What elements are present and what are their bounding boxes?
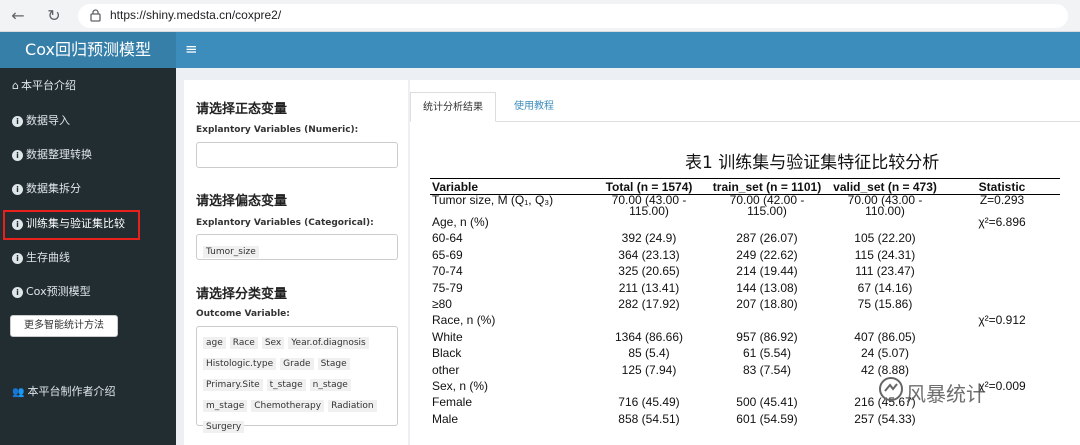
- outcome-section-title: 请选择分类变量: [196, 287, 288, 302]
- home-icon: ⌂: [12, 79, 19, 92]
- table-cell: [944, 414, 1060, 430]
- back-arrow-icon[interactable]: ←: [8, 6, 28, 26]
- sidebar-item-author[interactable]: 👥 本平台制作者介绍: [12, 382, 115, 402]
- table-cell: 70.00 (43.00 - 110.00): [847, 193, 923, 218]
- sidebar-item-label: 数据集拆分: [26, 182, 81, 195]
- app-header: Cox回归预测模型 ≡: [0, 32, 1080, 68]
- tab-analysis-results[interactable]: 统计分析结果: [410, 92, 496, 122]
- info-icon: i: [12, 286, 23, 298]
- table-cell: 70.00 (42.00 - 115.00): [729, 193, 805, 218]
- outcome-chip[interactable]: Stage: [317, 358, 350, 370]
- sidebar-item-label: 生存曲线: [26, 251, 70, 264]
- watermark-text: 风暴统计: [906, 382, 986, 406]
- outcome-chip[interactable]: Grade: [280, 358, 314, 370]
- table-cell: Z=0.293: [979, 193, 1025, 207]
- table-cell: 125 (7.94): [621, 362, 677, 377]
- url-text: https://shiny.medsta.cn/coxpre2/: [110, 8, 282, 22]
- table-cell: 601 (54.59): [736, 411, 798, 426]
- app-title: Cox回归预测模型: [0, 32, 176, 68]
- sidebar: ⌂ 本平台介绍 i 数据导入 i 数据整理转换 i 数据集拆分 i 训练集与验证集比较 i…: [0, 68, 176, 445]
- numeric-variables-input[interactable]: [196, 142, 398, 168]
- sidebar-item-cox-model[interactable]: i Cox预测模型: [12, 282, 91, 302]
- table-row: Male 858 (54.51) 601 (54.59) 257 (54.33): [430, 411, 1060, 430]
- sidebar-item-intro[interactable]: ⌂ 本平台介绍: [12, 76, 76, 96]
- table-cell: [944, 250, 1060, 266]
- users-icon: 👥: [12, 387, 25, 398]
- table-cell: Tumor size, M (Q₁, Q₃): [432, 193, 554, 207]
- table-cell: χ²=6.896: [978, 215, 1026, 229]
- outcome-variable-input[interactable]: age Race Sex Year.of.diagnosis Histologic.ty…: [196, 326, 398, 433]
- menu-toggle-icon[interactable]: ≡: [185, 40, 198, 58]
- table-cell: [944, 266, 1060, 282]
- table-cell: 858 (54.51): [618, 411, 680, 426]
- table-cell: 257 (54.33): [854, 411, 916, 426]
- site-info-icon[interactable]: [90, 9, 101, 22]
- info-icon: i: [12, 183, 23, 195]
- table-cell: 75-79: [432, 280, 463, 295]
- reload-icon[interactable]: ↻: [44, 6, 64, 26]
- info-icon: i: [12, 115, 23, 127]
- outcome-label: Outcome Variable:: [196, 309, 290, 319]
- table-cell: 83 (7.54): [742, 362, 792, 377]
- info-icon: i: [12, 149, 23, 161]
- table-row: Tumor size, M (Q₁, Q₃) 70.00 (43.00 - 115…: [430, 193, 1060, 218]
- table-cell: [944, 332, 1060, 348]
- table-cell: χ²=0.912: [978, 313, 1026, 328]
- categorical-section-title: 请选择偏态变量: [196, 194, 288, 209]
- variable-selection-panel: 请选择正态变量 Explantory Variables (Numeric): …: [184, 80, 408, 445]
- address-bar[interactable]: https://shiny.medsta.cn/coxpre2/: [78, 4, 1068, 28]
- sidebar-item-data-import[interactable]: i 数据导入: [12, 111, 70, 131]
- info-icon: i: [12, 252, 23, 264]
- table-cell: [944, 283, 1060, 299]
- table-cell: 282 (17.92): [618, 296, 680, 311]
- sidebar-item-label: 本平台制作者介绍: [27, 385, 116, 398]
- sidebar-item-dataset-split[interactable]: i 数据集拆分: [12, 179, 81, 199]
- browser-toolbar: ← ↻ https://shiny.medsta.cn/coxpre2/: [0, 0, 1080, 32]
- table-title: 表1 训练集与验证集特征比较分析: [685, 153, 940, 173]
- more-methods-button[interactable]: 更多智能统计方法: [10, 315, 118, 337]
- results-panel: 统计分析结果 使用教程 表1 训练集与验证集特征比较分析 Variable To…: [410, 80, 1080, 445]
- tab-tutorial[interactable]: 使用教程: [502, 92, 566, 122]
- table-cell: [944, 233, 1060, 249]
- outcome-chip[interactable]: age: [203, 337, 226, 349]
- categorical-label: Explantory Variables (Categorical):: [196, 218, 374, 228]
- table-cell: Male: [432, 411, 459, 426]
- sidebar-item-data-transform[interactable]: i 数据整理转换: [12, 145, 92, 165]
- outcome-chip[interactable]: Race: [229, 337, 258, 349]
- sidebar-item-train-valid-compare[interactable]: i 训练集与验证集比较: [12, 214, 125, 234]
- tab-bar: 统计分析结果 使用教程: [410, 92, 1080, 122]
- sidebar-item-survival-curve[interactable]: i 生存曲线: [12, 248, 70, 268]
- info-icon: i: [12, 218, 23, 230]
- outcome-chip[interactable]: Sex: [261, 337, 285, 349]
- outcome-chip[interactable]: Histologic.type: [203, 358, 277, 370]
- table-row: ≥80 282 (17.92) 207 (18.80) 75 (15.86): [430, 296, 1060, 315]
- selected-variable-chip[interactable]: Tumor_size: [203, 246, 259, 258]
- sidebar-item-label: Cox预测模型: [26, 285, 91, 298]
- table-cell: 70.00 (43.00 - 115.00): [611, 193, 687, 218]
- categorical-variables-input[interactable]: Tumor_size: [196, 234, 398, 260]
- watermark-logo-icon: [879, 377, 903, 401]
- sidebar-item-label: 数据整理转换: [26, 148, 92, 161]
- numeric-label: Explantory Variables (Numeric):: [196, 125, 359, 135]
- numeric-section-title: 请选择正态变量: [196, 102, 288, 117]
- outcome-chip[interactable]: t_stage: [266, 379, 306, 391]
- sidebar-item-label: 本平台介绍: [20, 79, 76, 92]
- outcome-chip[interactable]: Chemotherapy: [251, 400, 325, 412]
- outcome-chip[interactable]: Radiation: [328, 400, 377, 412]
- outcome-chip[interactable]: n_stage: [309, 379, 351, 391]
- sidebar-item-label: 数据导入: [26, 114, 70, 127]
- sidebar-item-label: 训练集与验证集比较: [26, 217, 125, 230]
- outcome-chip[interactable]: m_stage: [203, 400, 248, 412]
- outcome-chip[interactable]: Year.of.diagnosis: [288, 337, 369, 349]
- table-cell: [944, 348, 1060, 364]
- outcome-chip[interactable]: Primary.Site: [203, 379, 263, 391]
- table-cell: 207 (18.80): [736, 296, 798, 311]
- table-cell: 75 (15.86): [857, 296, 913, 311]
- outcome-chip[interactable]: Surgery: [203, 421, 245, 433]
